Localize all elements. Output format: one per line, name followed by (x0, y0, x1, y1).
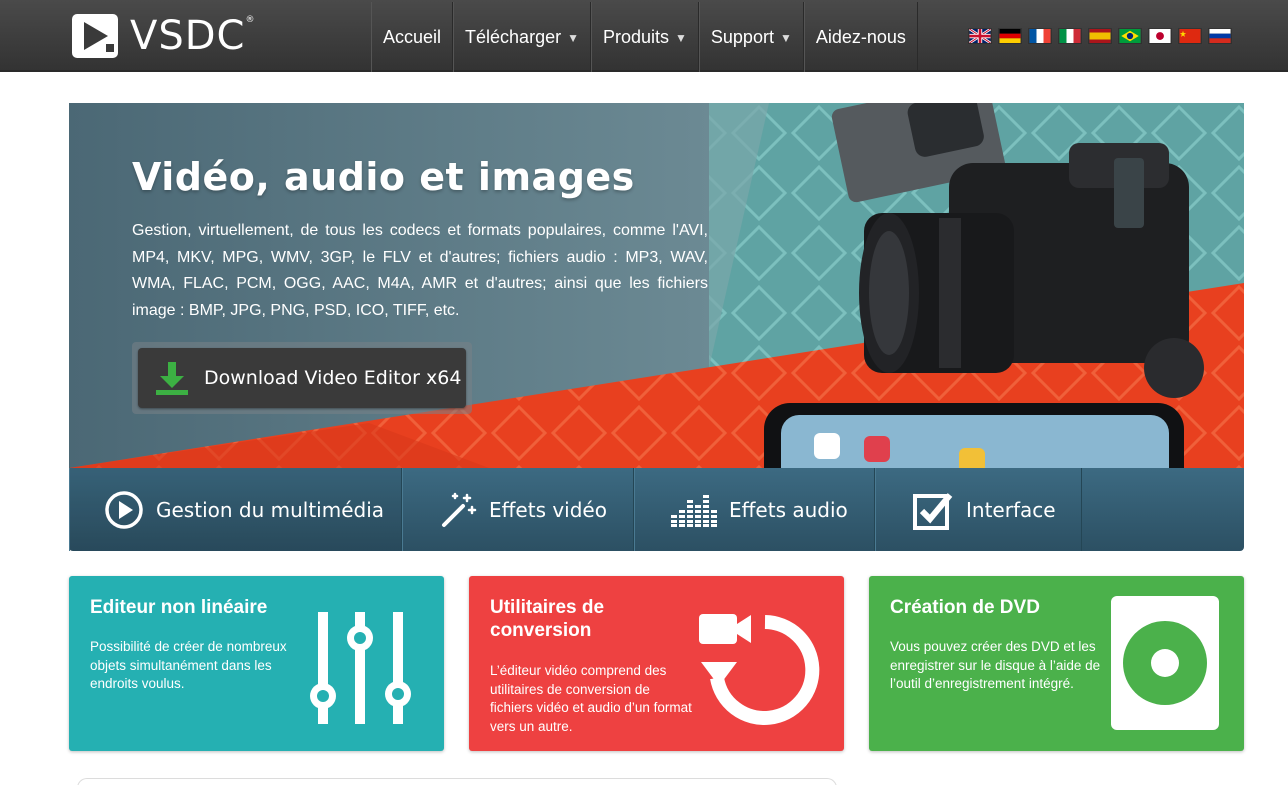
card-text: Vous pouvez créer des DVD et les enregis… (890, 639, 1101, 691)
nav-item-produits[interactable]: Produits ▼ (590, 2, 699, 72)
play-circle-icon (105, 490, 143, 529)
tab-label: Interface (966, 497, 1056, 522)
download-button-label: Download Video Editor x64 (204, 367, 462, 389)
hero-banner: Vidéo, audio et images Gestion, virtuell… (69, 103, 1244, 468)
nav-item-support[interactable]: Support ▼ (698, 2, 804, 72)
main-menu: Accueil Télécharger ▼ Produits ▼ Support ▼ … (371, 2, 918, 72)
hero-description: Gestion, virtuellement, de tous les code… (132, 222, 708, 319)
card-title: Editeur non linéaire (90, 597, 268, 618)
nav-item-accueil[interactable]: Accueil (371, 2, 454, 72)
top-navigation-bar: VSDC® Accueil Télécharger ▼ Produits ▼ Sup… (0, 0, 1288, 72)
download-video-editor-button[interactable]: Download Video Editor x64 (138, 348, 466, 408)
chevron-down-icon: ▼ (779, 31, 792, 45)
next-section-card (77, 778, 837, 785)
tab-interface[interactable]: Interface (875, 468, 1082, 551)
flag-it-icon[interactable] (1058, 28, 1082, 44)
tab-effets-video[interactable]: Effets vidéo (402, 468, 634, 551)
download-arrow-icon (156, 362, 188, 395)
flag-es-icon[interactable] (1088, 28, 1112, 44)
flag-de-icon[interactable] (998, 28, 1022, 44)
nav-item-aidez-nous[interactable]: Aidez-nous (803, 2, 918, 72)
card-creation-dvd[interactable]: Création de DVD Vous pouvez créer des DV… (869, 576, 1244, 751)
nav-item-telecharger[interactable]: Télécharger ▼ (453, 2, 591, 72)
card-text: Possibilité de créer de nombreux objets … (90, 639, 287, 691)
download-button-frame: Download Video Editor x64 (132, 342, 472, 414)
flag-fr-icon[interactable] (1028, 28, 1052, 44)
magic-wand-icon (442, 492, 477, 527)
flag-uk-icon[interactable] (968, 28, 992, 44)
brand-name: VSDC® (130, 13, 256, 59)
card-title: Utilitaires de conversion (490, 597, 605, 641)
feature-tabs: Gestion du multimédia Effets vidéo Effet… (69, 468, 1244, 551)
language-selector (968, 28, 1232, 44)
card-utilitaires-conversion[interactable]: Utilitaires de conversion L’éditeur vidé… (469, 576, 844, 751)
tab-gestion-multimedia[interactable]: Gestion du multimédia (69, 468, 402, 551)
site-logo[interactable]: VSDC® (70, 12, 255, 60)
dvd-disc-icon (1111, 596, 1219, 730)
card-text: L’éditeur vidéo comprend des utilitaires… (490, 663, 692, 734)
tab-label: Effets audio (729, 497, 848, 522)
tab-label: Gestion du multimédia (156, 497, 385, 522)
card-title: Création de DVD (890, 597, 1040, 618)
vsdc-logo-icon (72, 14, 118, 58)
flag-ru-icon[interactable] (1208, 28, 1232, 44)
checkbox-edit-icon (913, 492, 953, 530)
tab-label: Effets vidéo (489, 497, 607, 522)
card-editeur-non-lineaire[interactable]: Editeur non linéaire Possibilité de crée… (69, 576, 444, 751)
chevron-down-icon: ▼ (675, 31, 687, 45)
sliders-icon (310, 612, 411, 724)
flag-br-icon[interactable] (1118, 28, 1142, 44)
flag-jp-icon[interactable] (1148, 28, 1172, 44)
flag-cn-icon[interactable] (1178, 28, 1202, 44)
video-convert-icon (699, 614, 820, 725)
hero-title: Vidéo, audio et images (132, 155, 635, 199)
chevron-down-icon: ▼ (567, 31, 579, 45)
equalizer-icon (671, 494, 717, 527)
tab-effets-audio[interactable]: Effets audio (634, 468, 875, 551)
